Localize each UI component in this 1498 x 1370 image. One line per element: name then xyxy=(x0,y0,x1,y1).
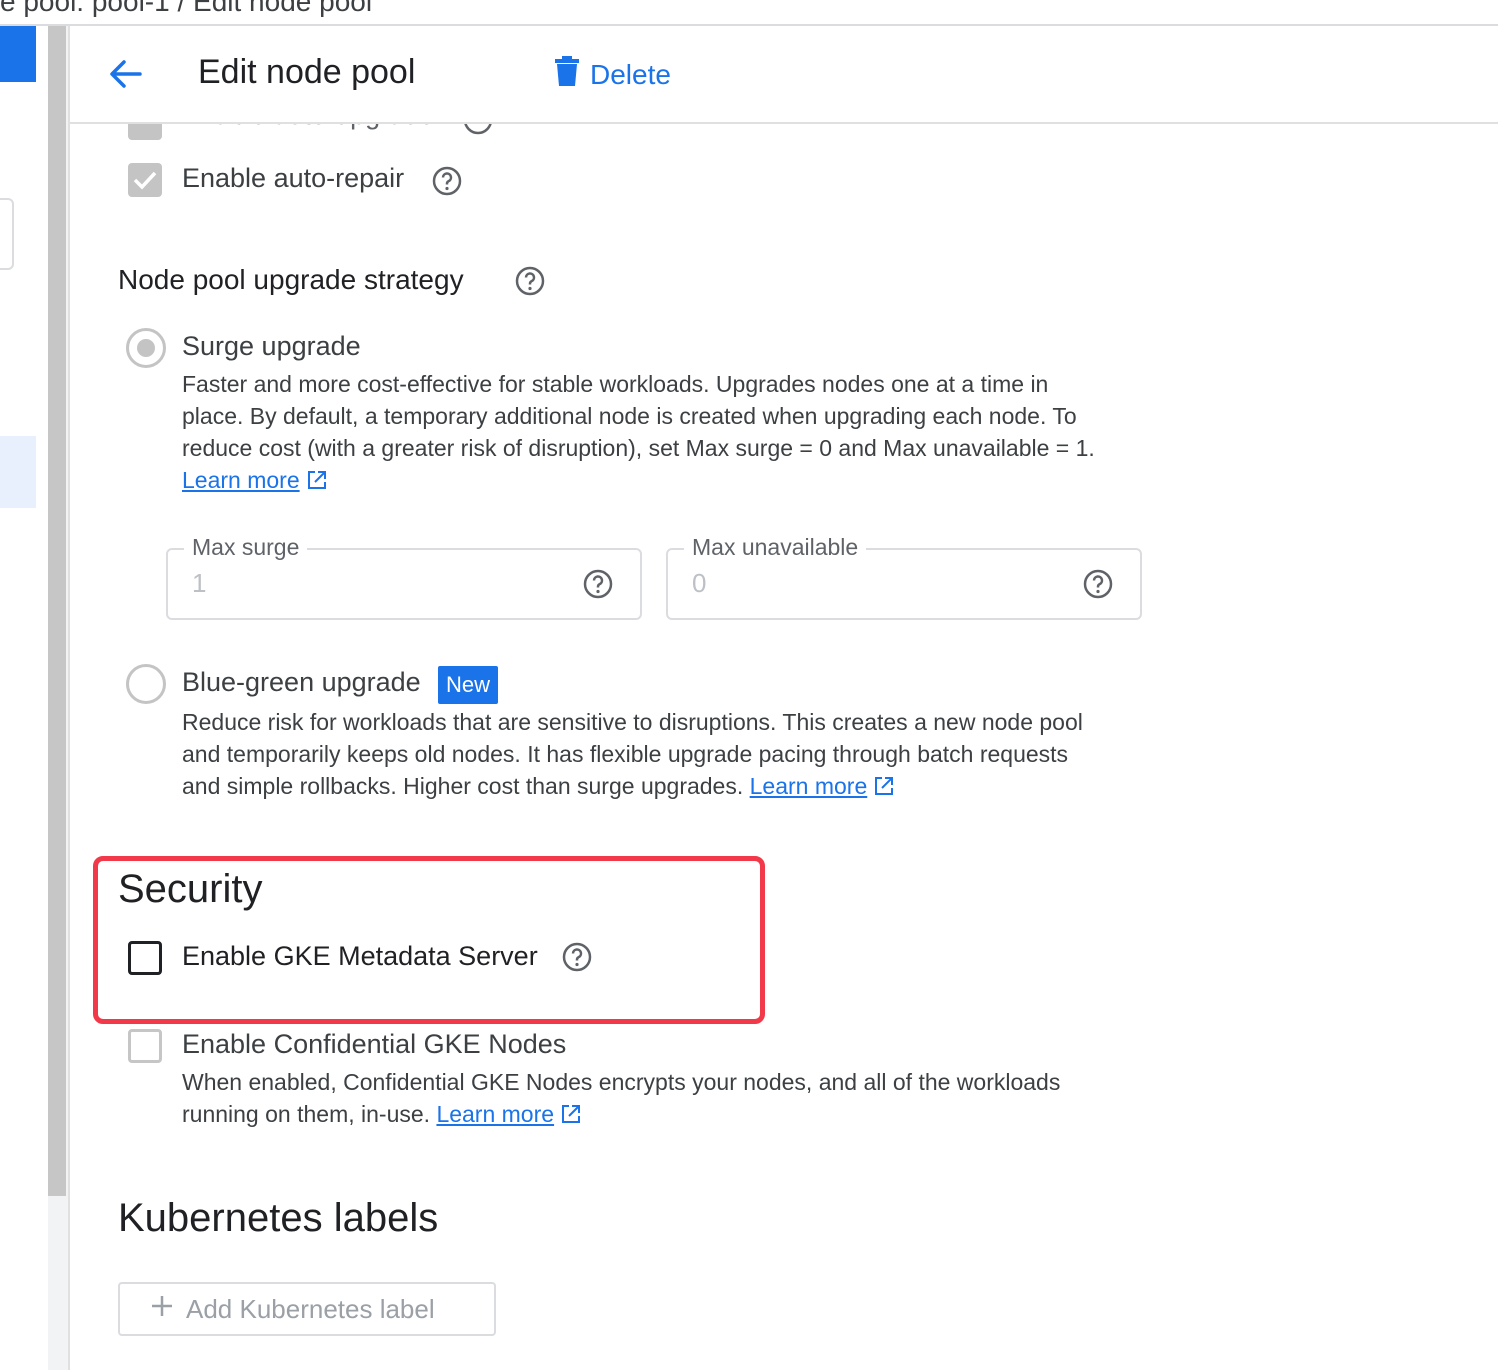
delete-label: Delete xyxy=(590,58,671,90)
metadata-server-checkbox[interactable] xyxy=(128,941,162,975)
auto-repair-checkbox[interactable] xyxy=(128,163,162,197)
security-title: Security xyxy=(118,867,263,911)
content-divider xyxy=(68,26,70,1370)
max-unavailable-field[interactable]: Max unavailable 0 xyxy=(666,534,1142,620)
nav-active-indicator[interactable] xyxy=(0,26,36,82)
confidential-nodes-description: When enabled, Confidential GKE Nodes enc… xyxy=(182,1066,1142,1133)
page-title: Edit node pool xyxy=(198,53,416,91)
nav-panel-edge xyxy=(0,198,14,270)
learn-more-link[interactable]: Learn more xyxy=(182,467,300,493)
surge-upgrade-label: Surge upgrade xyxy=(182,331,361,361)
nav-selected-item[interactable] xyxy=(0,436,36,508)
learn-more-link[interactable]: Learn more xyxy=(436,1101,554,1127)
bluegreen-upgrade-radio[interactable] xyxy=(126,664,166,704)
max-surge-label: Max surge xyxy=(184,534,308,561)
strategy-title: Node pool upgrade strategy xyxy=(118,264,464,295)
auto-repair-label: Enable auto-repair xyxy=(182,163,405,193)
description-line: Faster and more cost-effective for stabl… xyxy=(182,371,1049,397)
surge-upgrade-radio[interactable] xyxy=(126,328,166,368)
back-arrow-icon[interactable] xyxy=(108,56,144,92)
metadata-server-label: Enable GKE Metadata Server xyxy=(182,941,538,971)
add-kubernetes-label-button[interactable]: Add Kubernetes label xyxy=(118,1282,496,1336)
description-line: reduce cost (with a greater risk of disr… xyxy=(182,435,1095,461)
help-icon[interactable] xyxy=(1082,568,1114,605)
max-surge-field[interactable]: Max surge 1 xyxy=(166,534,642,620)
plus-icon xyxy=(150,1294,174,1325)
confidential-nodes-checkbox[interactable] xyxy=(128,1029,162,1063)
new-badge: New xyxy=(438,666,499,704)
check-icon xyxy=(133,171,157,190)
add-label-text: Add Kubernetes label xyxy=(186,1293,435,1324)
max-unavailable-label: Max unavailable xyxy=(684,534,867,561)
description-line: place. By default, a temporary additiona… xyxy=(182,403,1077,429)
confidential-nodes-label: Enable Confidential GKE Nodes xyxy=(182,1029,567,1059)
bluegreen-upgrade-label: Blue-green upgrade xyxy=(182,667,421,697)
external-link-icon xyxy=(873,773,895,805)
description-line: Reduce risk for workloads that are sensi… xyxy=(182,709,1083,735)
description-line: and simple rollbacks. Higher cost than s… xyxy=(182,773,744,799)
kubernetes-labels-title: Kubernetes labels xyxy=(118,1196,439,1240)
description-line: running on them, in-use. xyxy=(182,1101,431,1127)
help-icon[interactable] xyxy=(514,265,546,302)
help-icon[interactable] xyxy=(561,941,593,978)
external-link-icon xyxy=(560,1101,582,1133)
radio-dot xyxy=(137,339,155,357)
max-surge-value: 1 xyxy=(192,568,207,598)
learn-more-link[interactable]: Learn more xyxy=(750,773,868,799)
breadcrumb: e pool: pool-1 / Edit node pool xyxy=(0,0,373,17)
page-header: Edit node pool Delete xyxy=(70,26,1498,124)
max-unavailable-value: 0 xyxy=(692,568,707,598)
scrollbar-thumb[interactable] xyxy=(48,26,66,1196)
help-icon[interactable] xyxy=(431,165,463,202)
description-line: and temporarily keeps old nodes. It has … xyxy=(182,741,1069,767)
trash-icon xyxy=(554,56,580,93)
external-link-icon xyxy=(306,467,328,499)
delete-button[interactable]: Delete xyxy=(554,56,671,93)
help-icon[interactable] xyxy=(582,568,614,605)
description-line: When enabled, Confidential GKE Nodes enc… xyxy=(182,1069,1061,1095)
bluegreen-upgrade-description: Reduce risk for workloads that are sensi… xyxy=(182,706,1142,805)
surge-upgrade-description: Faster and more cost-effective for stabl… xyxy=(182,368,1142,499)
